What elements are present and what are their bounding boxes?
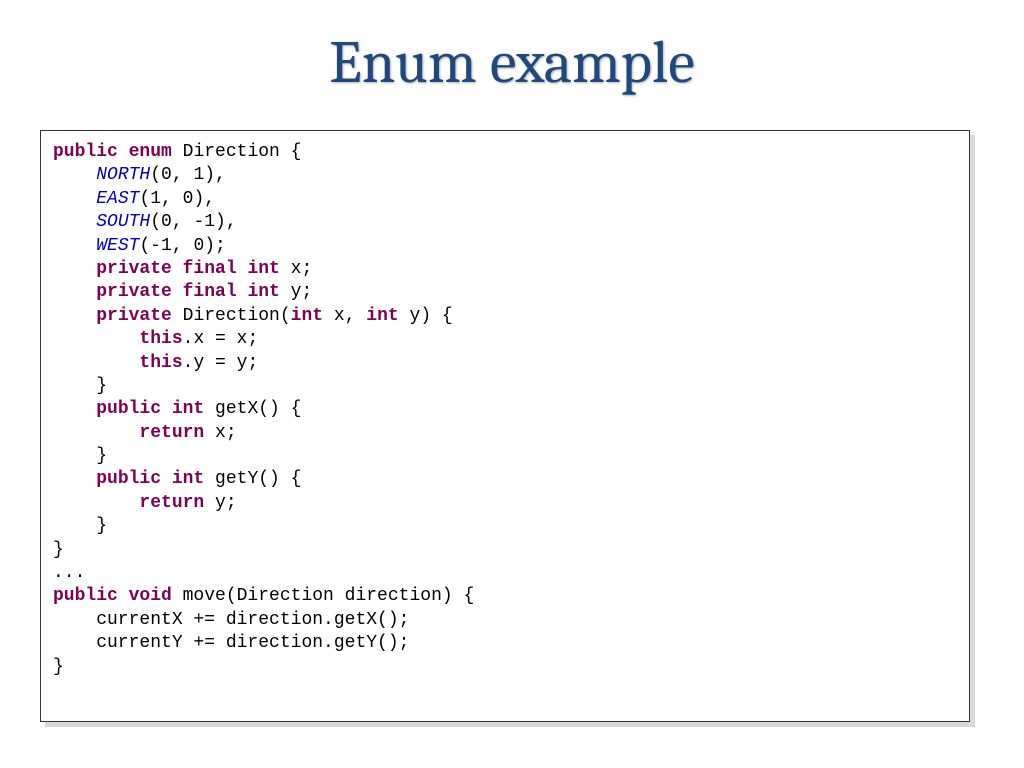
- code-token: y;: [291, 282, 313, 302]
- code-token: }: [53, 540, 64, 560]
- code-token: y;: [215, 493, 237, 513]
- code-token: x;: [215, 423, 237, 443]
- code-token: return: [139, 493, 215, 513]
- code-token: getY() {: [215, 469, 301, 489]
- code-token: (0, 1),: [150, 165, 226, 185]
- code-token: int: [291, 306, 334, 326]
- code-token: Direction(: [183, 306, 291, 326]
- code-token: }: [53, 446, 107, 466]
- code-token: .x = x;: [183, 329, 259, 349]
- slide-title: Enum example: [0, 0, 1024, 115]
- code-token: this: [139, 329, 182, 349]
- code-token: public int: [96, 469, 215, 489]
- code-token: EAST: [96, 189, 139, 209]
- code-token: currentX += direction.getX();: [53, 610, 409, 630]
- slide: Enum example public enum Direction { NOR…: [0, 0, 1024, 768]
- code-token: public int: [96, 399, 215, 419]
- code-token: ...: [53, 563, 85, 583]
- code-token: [53, 353, 139, 373]
- code-token: [53, 493, 139, 513]
- code-token: y) {: [410, 306, 453, 326]
- code-token: public: [53, 142, 129, 162]
- code-token: [53, 423, 139, 443]
- code-token: }: [53, 516, 107, 536]
- code-token: [53, 399, 96, 419]
- code-token: private: [96, 306, 182, 326]
- code-token: }: [53, 376, 107, 396]
- code-token: [53, 469, 96, 489]
- code-token: [53, 306, 96, 326]
- code-token: [53, 165, 96, 185]
- code-token: Direction {: [183, 142, 302, 162]
- code-token: return: [139, 423, 215, 443]
- code-token: private final int: [96, 282, 290, 302]
- code-token: (0, -1),: [150, 212, 236, 232]
- code-token: int: [366, 306, 409, 326]
- code-token: NORTH: [96, 165, 150, 185]
- code-token: WEST: [96, 236, 139, 256]
- code-token: [53, 212, 96, 232]
- code-token: private final int: [96, 259, 290, 279]
- code-token: currentY += direction.getY();: [53, 633, 409, 653]
- code-token: [53, 329, 139, 349]
- code-token: (1, 0),: [139, 189, 215, 209]
- code-token: [53, 189, 96, 209]
- code-token: [53, 259, 96, 279]
- code-token: enum: [129, 142, 183, 162]
- code-token: move(Direction direction) {: [183, 586, 475, 606]
- code-token: .y = y;: [183, 353, 259, 373]
- code-token: this: [139, 353, 182, 373]
- code-token: (-1, 0);: [139, 236, 225, 256]
- code-token: getX() {: [215, 399, 301, 419]
- code-token: public void: [53, 586, 183, 606]
- code-token: [53, 282, 96, 302]
- code-token: x;: [291, 259, 313, 279]
- code-token: SOUTH: [96, 212, 150, 232]
- code-block: public enum Direction { NORTH(0, 1), EAS…: [40, 130, 970, 722]
- code-token: [53, 236, 96, 256]
- code-token: x,: [334, 306, 366, 326]
- code-token: }: [53, 657, 64, 677]
